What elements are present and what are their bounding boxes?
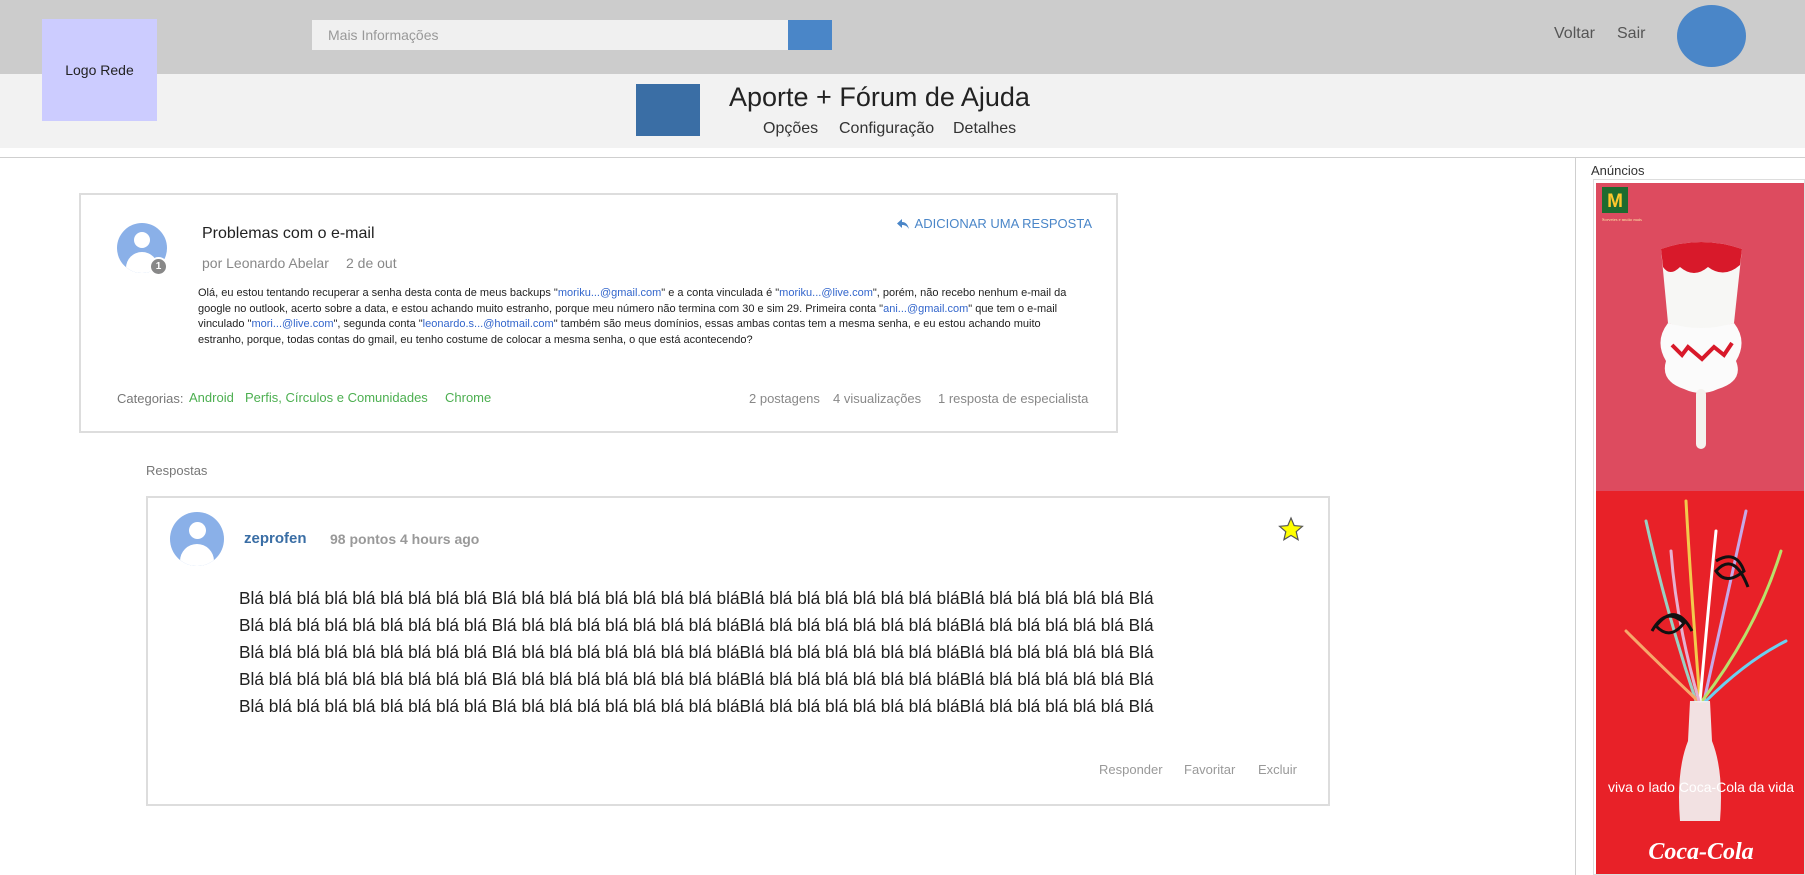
reply-action[interactable]: Responder xyxy=(1099,762,1163,777)
answer-meta: 98 pontos 4 hours ago xyxy=(330,531,480,547)
add-reply-button[interactable]: ADICIONAR UMA RESPOSTA xyxy=(896,216,1092,231)
answer-line: Blá blá blá blá blá blá blá blá blá Blá … xyxy=(239,669,1154,689)
email-link[interactable]: moriku...@gmail.com xyxy=(558,287,661,299)
coke-logo: Coca-Cola xyxy=(1648,839,1753,865)
question-title[interactable]: Problemas com o e-mail xyxy=(202,225,375,243)
back-link[interactable]: Voltar xyxy=(1554,25,1595,43)
question-author[interactable]: por Leonardo Abelar xyxy=(202,255,329,271)
answer-body: Blá blá blá blá blá blá blá blá blá Blá … xyxy=(239,585,1239,720)
ads-divider xyxy=(1575,157,1576,875)
coca-cola-ad-art: viva o lado Coca-Cola da vida Coca-Cola xyxy=(1596,491,1804,874)
question-date: 2 de out xyxy=(346,255,397,271)
email-link[interactable]: ani...@gmail.com xyxy=(883,303,968,315)
forum-title: Aporte + Fórum de Ajuda xyxy=(729,82,1030,112)
nav-configuration[interactable]: Configuração xyxy=(839,120,934,138)
category-chrome[interactable]: Chrome xyxy=(445,390,491,405)
question-body: Olá, eu estou tentando recuperar a senha… xyxy=(198,287,1067,346)
search-input[interactable] xyxy=(312,20,790,50)
mc-logo: M xyxy=(1607,191,1623,212)
top-bar xyxy=(0,0,1805,74)
user-avatar[interactable] xyxy=(1677,5,1746,67)
network-logo[interactable]: Logo Rede xyxy=(42,19,157,121)
header-divider xyxy=(0,157,1805,158)
forum-icon xyxy=(636,84,700,136)
post-count-badge: 1 xyxy=(149,257,168,276)
views-count: 4 visualizações xyxy=(833,391,922,406)
answer-line: Blá blá blá blá blá blá blá blá blá Blá … xyxy=(239,615,1154,635)
answers-label: Respostas xyxy=(146,463,208,478)
email-link[interactable]: leonardo.s...@hotmail.com xyxy=(423,318,554,330)
answer-card: zeprofen 98 pontos 4 hours ago Blá blá b… xyxy=(146,496,1330,806)
email-link[interactable]: mori...@live.com xyxy=(251,318,333,330)
question-card: 1 Problemas com o e-mail por Leonardo Ab… xyxy=(79,193,1118,433)
ads-panel: M Sorvetes e muito mais viva o lado Coca… xyxy=(1593,179,1805,875)
categories-label: Categorias: xyxy=(117,391,184,406)
logout-link[interactable]: Sair xyxy=(1617,25,1645,43)
answer-username[interactable]: zeprofen xyxy=(244,530,307,547)
expert-answers-count: 1 resposta de especialista xyxy=(938,391,1089,406)
category-profiles[interactable]: Perfis, Círculos e Comunidades xyxy=(245,390,428,405)
reply-arrow-icon xyxy=(896,218,909,229)
ads-label: Anúncios xyxy=(1591,163,1645,178)
delete-action[interactable]: Excluir xyxy=(1258,762,1297,777)
add-reply-label: ADICIONAR UMA RESPOSTA xyxy=(914,216,1092,231)
mc-tagline: Sorvetes e muito mais xyxy=(1602,217,1642,222)
mcdonalds-ad-art: M Sorvetes e muito mais xyxy=(1596,183,1804,491)
coke-slogan: viva o lado Coca-Cola da vida xyxy=(1608,779,1794,795)
favorite-action[interactable]: Favoritar xyxy=(1184,762,1235,777)
email-link[interactable]: moriku...@live.com xyxy=(779,287,873,299)
nav-options[interactable]: Opções xyxy=(763,120,818,138)
answer-line: Blá blá blá blá blá blá blá blá blá Blá … xyxy=(239,642,1154,662)
logo-text: Logo Rede xyxy=(65,62,134,78)
answer-line: Blá blá blá blá blá blá blá blá blá Blá … xyxy=(239,696,1154,716)
posts-count: 2 postagens xyxy=(749,391,820,406)
answer-line: Blá blá blá blá blá blá blá blá blá Blá … xyxy=(239,588,1154,608)
nav-details[interactable]: Detalhes xyxy=(953,120,1016,138)
star-icon[interactable] xyxy=(1278,516,1304,542)
search-button[interactable] xyxy=(788,20,832,50)
mcdonalds-ad[interactable]: M Sorvetes e muito mais xyxy=(1596,183,1804,491)
category-android[interactable]: Android xyxy=(189,390,234,405)
coca-cola-ad[interactable]: viva o lado Coca-Cola da vida Coca-Cola xyxy=(1596,491,1804,874)
user-avatar-icon[interactable] xyxy=(170,512,224,566)
